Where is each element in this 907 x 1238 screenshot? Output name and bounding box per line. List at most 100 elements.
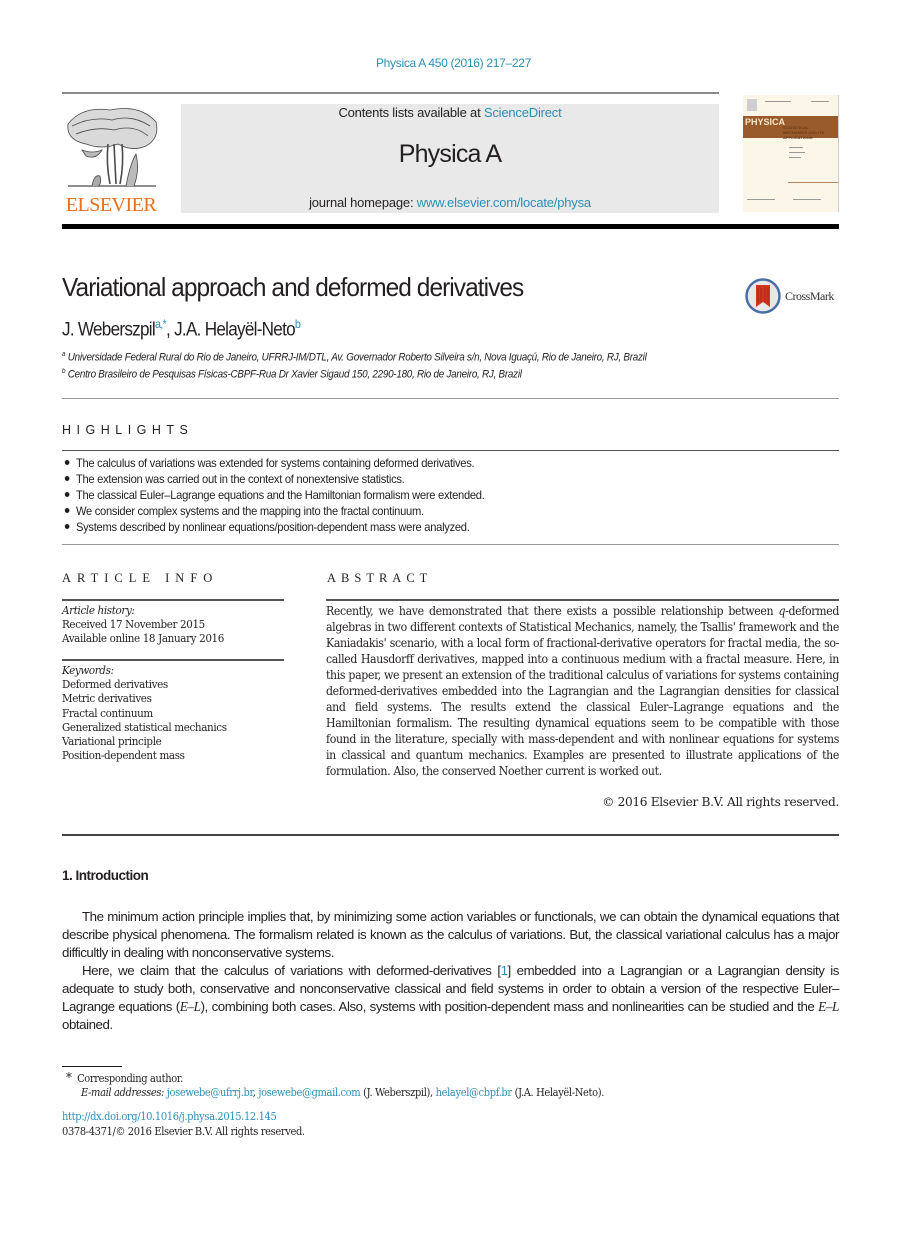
elsevier-wordmark: ELSEVIER xyxy=(65,194,157,216)
highlight-item: Systems described by nonlinear equations… xyxy=(62,519,485,535)
article-info-heading: ARTICLE INFO xyxy=(62,571,219,585)
highlight-item: We consider complex systems and the mapp… xyxy=(62,503,485,519)
affiliation-marker: b xyxy=(62,368,66,375)
intro-paragraph-1: The minimum action principle implies tha… xyxy=(62,909,839,960)
article-history: Article history: Received 17 November 20… xyxy=(62,603,224,646)
author-name: J.A. Helayël-Neto xyxy=(174,319,296,341)
email-link[interactable]: josewebe@gmail.com xyxy=(258,1086,360,1099)
highlight-text: The calculus of variations was extended … xyxy=(75,456,475,470)
crossmark-icon xyxy=(745,278,781,314)
bullet-icon xyxy=(64,508,70,514)
crossmark-button[interactable]: CrossMark xyxy=(745,278,841,314)
affiliation: b Centro Brasileiro de Pesquisas Físicas… xyxy=(62,368,522,381)
highlights-list: The calculus of variations was extended … xyxy=(62,455,485,535)
cover-line xyxy=(789,152,805,153)
author-affiliation-marker[interactable]: a,* xyxy=(155,317,167,331)
abstract-segment: Recently, we have demonstrated that ther… xyxy=(326,604,779,618)
sciencedirect-link[interactable]: ScienceDirect xyxy=(484,105,562,120)
highlight-text: The classical Euler–Lagrange equations a… xyxy=(75,488,485,502)
article-info-rule xyxy=(62,599,284,601)
journal-cover-thumbnail[interactable]: PHYSICA STATISTICAL MECHANICS AND ITS AP… xyxy=(743,95,839,212)
header-rule xyxy=(62,92,719,94)
article-title: Variational approach and deformed deriva… xyxy=(62,272,524,302)
cover-subtitle: STATISTICAL MECHANICS AND ITS APPLICATIO… xyxy=(783,125,825,140)
email-owner: (J. Weberszpil), xyxy=(360,1086,436,1099)
email-link[interactable]: josewebe@ufrrj.br xyxy=(167,1086,253,1099)
section-divider xyxy=(62,544,839,545)
author-separator: , xyxy=(166,319,175,341)
section-divider xyxy=(62,398,839,399)
abstract-text: Recently, we have demonstrated that ther… xyxy=(326,603,839,779)
affiliation: a Universidade Federal Rural do Rio de J… xyxy=(62,351,647,364)
cover-line xyxy=(793,199,821,200)
abstract-heading: ABSTRACT xyxy=(327,571,433,585)
contents-line: Contents lists available at ScienceDirec… xyxy=(181,105,719,120)
abstract-rule xyxy=(326,599,839,601)
crossmark-label: CrossMark xyxy=(785,289,834,303)
bullet-icon xyxy=(64,492,70,498)
keyword: Metric derivatives xyxy=(62,691,152,706)
text-segment: Here, we claim that the calculus of vari… xyxy=(82,963,501,978)
masthead-thick-rule xyxy=(62,224,839,229)
keywords-block: Keywords: Deformed derivatives Metric de… xyxy=(62,663,227,762)
cover-line xyxy=(747,199,775,200)
keyword: Generalized statistical mechanics xyxy=(62,719,227,734)
keyword: Position-dependent mass xyxy=(62,748,185,763)
affiliation-marker: a xyxy=(62,351,66,358)
email-link[interactable]: helayel@cbpf.br xyxy=(436,1086,513,1099)
abstract-copyright: © 2016 Elsevier B.V. All rights reserved… xyxy=(602,795,839,809)
text-segment: obtained. xyxy=(62,1017,113,1032)
bullet-icon xyxy=(64,460,70,466)
cover-rule xyxy=(788,182,838,183)
math-el: E–L xyxy=(179,999,201,1014)
corresponding-text: Corresponding author. xyxy=(77,1072,183,1085)
front-matter-end-rule xyxy=(62,834,839,836)
keyword: Variational principle xyxy=(62,734,162,749)
highlight-text: The extension was carried out in the con… xyxy=(75,472,405,486)
abstract-segment: -deformed algebras in two different cont… xyxy=(326,604,839,778)
cover-elsevier-icon xyxy=(747,99,757,111)
author-name: J. Weberszpil xyxy=(62,319,156,341)
author-affiliation-marker[interactable]: b xyxy=(295,317,301,331)
introduction-heading: 1. Introduction xyxy=(62,868,149,883)
highlights-heading: HIGHLIGHTS xyxy=(62,423,194,437)
cover-line xyxy=(811,101,829,102)
homepage-prefix: journal homepage: xyxy=(309,195,417,210)
bullet-icon xyxy=(64,524,70,530)
intro-paragraph-2: Here, we claim that the calculus of vari… xyxy=(62,962,839,1034)
highlights-rule xyxy=(62,450,839,451)
highlight-item: The classical Euler–Lagrange equations a… xyxy=(62,487,485,503)
keywords-label: Keywords: xyxy=(62,663,114,677)
journal-name: Physica A xyxy=(398,140,502,168)
footnote-rule xyxy=(62,1066,122,1067)
affiliation-text: Centro Brasileiro de Pesquisas Físicas-C… xyxy=(67,368,522,381)
keywords-rule xyxy=(62,659,284,661)
email-owner: (J.A. Helayël-Neto). xyxy=(511,1086,605,1099)
journal-masthead: Contents lists available at ScienceDirec… xyxy=(181,104,719,213)
math-el: E–L xyxy=(818,999,839,1014)
highlight-item: The calculus of variations was extended … xyxy=(62,455,485,471)
contents-prefix: Contents lists available at xyxy=(338,105,484,120)
highlight-text: We consider complex systems and the mapp… xyxy=(75,504,424,518)
bullet-icon xyxy=(64,476,70,482)
received-date: Received 17 November 2015 xyxy=(62,617,205,632)
text-segment: ), combining both cases. Also, systems w… xyxy=(200,999,819,1014)
cover-line xyxy=(789,147,803,148)
journal-homepage-link[interactable]: www.elsevier.com/locate/physa xyxy=(417,195,591,210)
cover-title: PHYSICA xyxy=(745,117,786,127)
keyword: Deformed derivatives xyxy=(62,677,168,692)
email-label: E-mail addresses: xyxy=(81,1086,165,1099)
cover-line xyxy=(789,157,801,158)
journal-reference-link[interactable]: Physica A 450 (2016) 217–227 xyxy=(0,56,907,70)
email-addresses: E-mail addresses: josewebe@ufrrj.br, jos… xyxy=(81,1086,604,1099)
highlight-text: Systems described by nonlinear equations… xyxy=(75,520,470,534)
cover-line xyxy=(765,101,791,102)
available-date: Available online 18 January 2016 xyxy=(62,631,224,646)
author-list: J. Weberszpila,*, J.A. Helayël-Netob xyxy=(62,317,301,341)
issn-copyright: 0378-4371/© 2016 Elsevier B.V. All right… xyxy=(62,1125,305,1138)
footnote-star: * xyxy=(66,1071,72,1086)
homepage-line: journal homepage: www.elsevier.com/locat… xyxy=(181,195,719,210)
doi-link[interactable]: http://dx.doi.org/10.1016/j.physa.2015.1… xyxy=(62,1110,277,1123)
citation-link[interactable]: 1 xyxy=(501,963,508,978)
corresponding-author-note: * Corresponding author. xyxy=(66,1071,183,1086)
